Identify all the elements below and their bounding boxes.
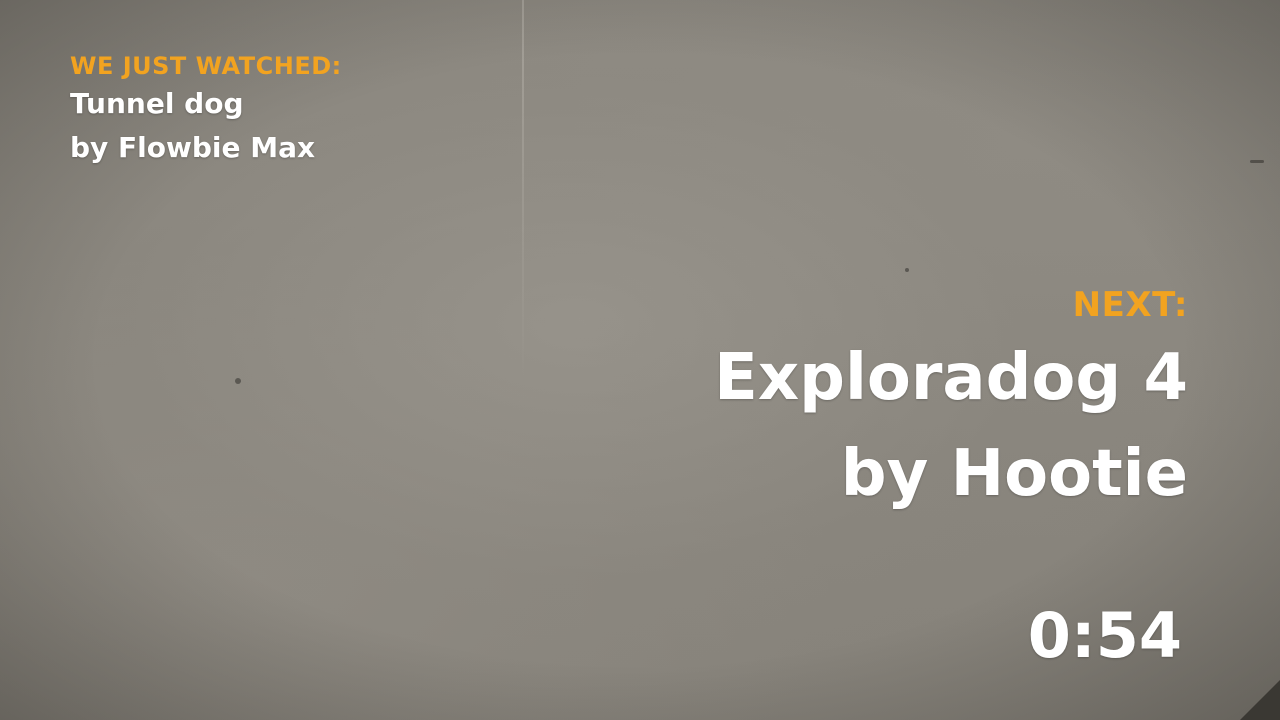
- previous-title: Tunnel dog: [70, 87, 244, 120]
- film-background: WE JUST WATCHED: Tunnel dog by Flowbie M…: [0, 0, 1280, 720]
- next-title: Exploradog 4: [714, 341, 1188, 415]
- up-next-heading: NEXT:: [1072, 285, 1188, 325]
- frame-corner: [1240, 680, 1280, 720]
- previous-author: by Flowbie Max: [70, 131, 316, 164]
- film-speck: [1250, 160, 1264, 163]
- next-author: by Hootie: [840, 437, 1188, 511]
- film-speck: [905, 268, 909, 272]
- countdown-timer: 0:54: [1027, 599, 1182, 672]
- film-scratch: [522, 0, 524, 380]
- up-next-block: NEXT: Exploradog 4 by Hootie: [714, 280, 1188, 522]
- previously-watched-heading: WE JUST WATCHED:: [70, 52, 342, 80]
- film-speck: [235, 378, 241, 384]
- previously-watched-block: WE JUST WATCHED: Tunnel dog by Flowbie M…: [70, 50, 342, 170]
